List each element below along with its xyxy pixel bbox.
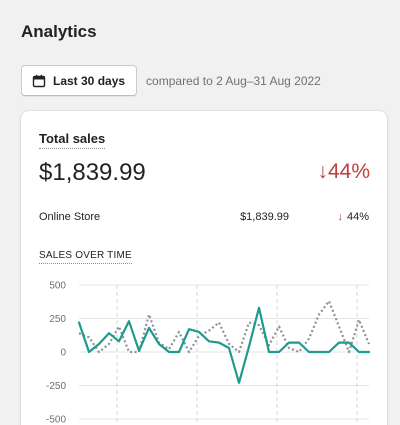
y-tick-label: 250 — [49, 314, 66, 325]
sales-over-time-heading[interactable]: SALES OVER TIME — [39, 250, 132, 264]
current-period-line — [77, 306, 371, 384]
y-tick-label: -500 — [46, 415, 66, 425]
total-sales-card: Total sales $1,839.99 ↓44% Online Store … — [21, 111, 387, 425]
y-tick-label: -250 — [46, 381, 66, 392]
total-sales-value: $1,839.99 — [39, 159, 146, 186]
channel-change-value: 44% — [346, 211, 369, 223]
chart-svg: 500 250 0 -250 -500 — [46, 281, 371, 425]
page-title: Analytics — [21, 22, 97, 41]
date-toolbar: Last 30 days compared to 2 Aug–31 Aug 20… — [21, 65, 321, 96]
date-range-button[interactable]: Last 30 days — [21, 65, 138, 96]
channel-label: Online Store — [39, 211, 101, 223]
analytics-page: Analytics Last 30 days compared to 2 Aug… — [0, 0, 400, 425]
channel-change: ↓ 44% — [337, 211, 369, 223]
channel-value: $1,839.99 — [240, 211, 289, 223]
calendar-icon — [32, 74, 46, 88]
date-range-label: Last 30 days — [53, 73, 126, 88]
down-arrow-icon: ↓ — [337, 211, 343, 223]
comparison-period-text: compared to 2 Aug–31 Aug 2022 — [146, 73, 321, 88]
sales-over-time-chart: 500 250 0 -250 -500 — [21, 271, 387, 425]
total-sales-title[interactable]: Total sales — [39, 131, 106, 149]
y-tick-label: 0 — [60, 348, 66, 359]
sales-channel-row: Online Store $1,839.99 ↓ 44% — [39, 211, 369, 227]
y-tick-label: 500 — [49, 281, 66, 292]
total-sales-change: ↓44% — [317, 160, 370, 183]
